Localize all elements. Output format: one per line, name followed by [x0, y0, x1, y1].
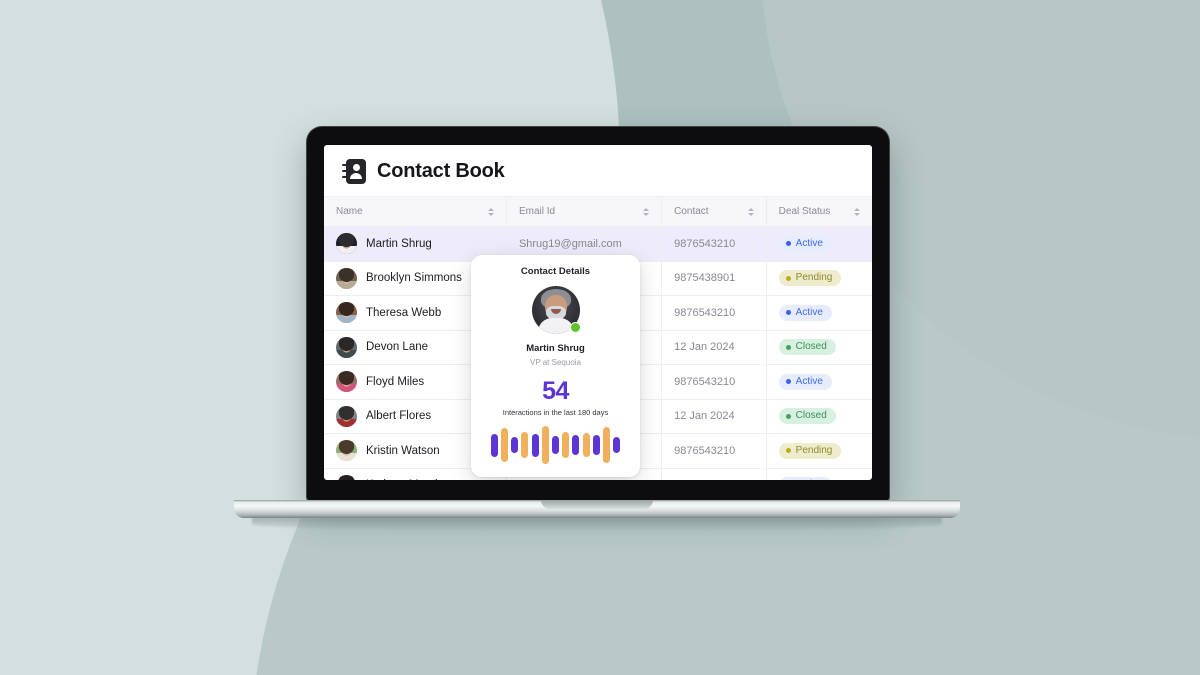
- sort-updown-icon[interactable]: [854, 207, 860, 216]
- avatar: [336, 474, 357, 480]
- page-title: Contact Book: [377, 160, 505, 182]
- avatar: [336, 267, 357, 289]
- cell-deal-status: Active: [766, 364, 872, 400]
- cell-deal-status: Active: [766, 226, 872, 262]
- cell-deal-status: Active: [766, 468, 872, 480]
- chart-bar: [521, 432, 529, 458]
- avatar: [336, 336, 357, 358]
- cell-deal-status: Closed: [766, 330, 872, 365]
- contact-book-icon: [342, 159, 366, 184]
- scene: Contact Book Name Email Id Contact Deal Sta…: [0, 0, 1200, 675]
- chart-bar: [501, 427, 509, 463]
- cell-contact: 9876543210: [661, 433, 767, 469]
- card-metric-value: 54: [542, 377, 569, 405]
- card-contact-role: VP at Sequoia: [529, 358, 581, 367]
- status-dot-icon: [785, 379, 791, 385]
- avatar: [336, 440, 357, 462]
- sort-updown-icon[interactable]: [747, 207, 754, 216]
- cell-contact: 12 Jan 2024: [661, 330, 767, 365]
- cell-deal-status: Pending: [766, 433, 872, 469]
- chart-bar: [602, 427, 610, 463]
- avatar: [336, 233, 357, 255]
- table-head: Name Email Id Contact Deal Status: [324, 196, 872, 227]
- contact-name: Theresa Webb: [366, 306, 442, 319]
- status-dot-icon: [785, 310, 791, 316]
- cell-deal-status: Pending: [766, 261, 872, 296]
- status-label: Pending: [795, 272, 833, 284]
- chart-bar: [552, 436, 559, 454]
- status-badge: Active: [778, 477, 832, 480]
- column-header-contact[interactable]: Contact: [661, 196, 767, 227]
- chart-bar: [531, 433, 539, 457]
- cell-contact: 9876543210: [661, 295, 767, 331]
- chart-bar: [490, 433, 498, 457]
- cell-contact: 12 Jan 2024: [661, 399, 767, 434]
- card-avatar: [531, 286, 581, 334]
- column-header-deal-status[interactable]: Deal Status: [766, 196, 872, 227]
- sort-updown-icon[interactable]: [643, 207, 650, 216]
- cell-deal-status: Closed: [766, 399, 872, 434]
- chart-bar: [582, 432, 590, 458]
- laptop-shadow: [252, 517, 942, 531]
- cell-contact: 9876543210: [661, 226, 767, 262]
- chart-bar: [613, 436, 621, 454]
- avatar: [336, 405, 357, 427]
- card-title: Contact Details: [520, 266, 591, 277]
- column-header-email-id[interactable]: Email Id: [506, 196, 663, 227]
- status-badge: Closed: [778, 339, 836, 356]
- contact-name: Brooklyn Simmons: [366, 272, 462, 285]
- card-metric-label: Interactions in the last 180 days: [502, 408, 609, 417]
- column-header-label: Email Id: [518, 206, 556, 217]
- column-header-label: Deal Status: [778, 206, 831, 217]
- status-badge: Active: [778, 304, 832, 321]
- app-header: Contact Book: [324, 145, 872, 196]
- avatar: [336, 371, 357, 393]
- laptop-mockup: Contact Book Name Email Id Contact Deal Sta…: [234, 126, 960, 536]
- status-badge: Pending: [778, 442, 842, 459]
- card-contact-name: Martin Shrug: [526, 343, 585, 354]
- status-label: Active: [795, 306, 823, 318]
- status-label: Active: [795, 237, 823, 249]
- laptop-base: [234, 500, 960, 518]
- contact-name: Kathryn Murphy: [366, 479, 447, 480]
- chart-bar: [562, 432, 570, 458]
- status-badge: Pending: [778, 270, 842, 287]
- laptop-lid: Contact Book Name Email Id Contact Deal Sta…: [306, 126, 890, 502]
- contact-details-card: Contact Details Martin Shrug VP at Sequo…: [471, 255, 640, 477]
- status-label: Closed: [795, 410, 827, 422]
- status-dot-icon: [785, 275, 791, 281]
- status-badge: Closed: [778, 408, 836, 425]
- status-dot-icon: [785, 448, 791, 454]
- chart-bar: [592, 434, 600, 456]
- status-dot-icon: [785, 344, 791, 350]
- status-badge: Active: [778, 373, 832, 390]
- status-label: Closed: [795, 341, 827, 353]
- status-label: Active: [795, 375, 823, 387]
- column-header-label: Contact: [674, 206, 709, 217]
- status-label: Pending: [795, 444, 833, 456]
- contact-name: Kristin Watson: [366, 444, 440, 457]
- cell-deal-status: Active: [766, 295, 872, 331]
- chart-bar: [572, 435, 580, 455]
- cell-contact: 9876543210: [661, 364, 767, 400]
- contact-name: Albert Flores: [366, 410, 432, 423]
- status-badge: Active: [778, 235, 832, 252]
- online-status-indicator: [569, 322, 581, 333]
- cell-contact: 9875438901: [661, 261, 767, 296]
- contact-name: Floyd Miles: [366, 375, 425, 388]
- contact-name: Martin Shrug: [366, 237, 432, 250]
- table-header-row: Name Email Id Contact Deal Status: [324, 196, 872, 227]
- column-header-name[interactable]: Name: [324, 196, 507, 227]
- chart-bar: [541, 426, 549, 464]
- contact-name: Devon Lane: [366, 341, 429, 354]
- status-dot-icon: [785, 413, 791, 419]
- avatar: [336, 302, 357, 324]
- chart-bar: [511, 436, 519, 454]
- sort-updown-icon[interactable]: [487, 207, 494, 216]
- column-header-label: Name: [336, 206, 363, 217]
- laptop-screen: Contact Book Name Email Id Contact Deal Sta…: [324, 145, 872, 480]
- interactions-bar-chart: [483, 425, 628, 465]
- status-dot-icon: [785, 241, 791, 247]
- cell-contact: 12 Jan 2024: [661, 468, 767, 480]
